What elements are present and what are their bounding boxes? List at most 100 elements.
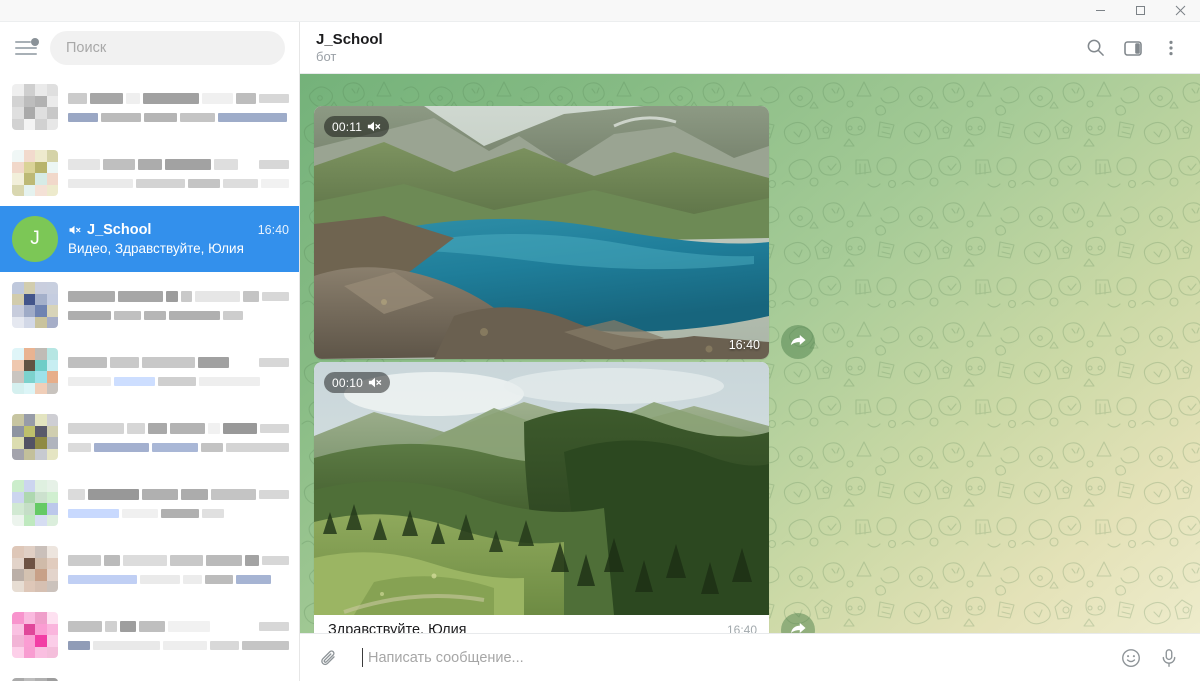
chat-item-preview	[68, 376, 289, 386]
chat-item-title	[68, 158, 289, 170]
forward-arrow-icon	[790, 334, 806, 346]
chat-item-title	[68, 92, 289, 104]
message-item: 00:11 16:40	[314, 106, 815, 359]
chat-item-time: 16:40	[257, 223, 289, 237]
conversation-panel: J_School бот 00:11 16:40 00:10 Здравству…	[300, 22, 1200, 681]
text-caret	[362, 648, 363, 667]
chat-list-item[interactable]	[0, 668, 299, 681]
message-input-placeholder: Написать сообщение...	[368, 649, 524, 666]
chat-list-item[interactable]	[0, 404, 299, 470]
chat-item-preview	[68, 574, 289, 584]
chat-list-item[interactable]	[0, 140, 299, 206]
chat-item-preview: Видео, Здравствуйте, Юлия	[68, 241, 244, 256]
window-close-button[interactable]	[1160, 0, 1200, 21]
avatar	[12, 546, 58, 592]
chat-item-preview	[68, 508, 289, 518]
avatar	[12, 612, 58, 658]
chat-item-title	[68, 422, 290, 434]
more-options-icon[interactable]	[1152, 29, 1190, 67]
sidebar-item-j-school[interactable]: J J_School 16:40 Видео, Здравствуйте, Юлия	[0, 206, 299, 272]
chat-item-content	[68, 422, 290, 452]
main-body: Поиск J J_School 16:40 Видео, Здравствуйте,…	[0, 22, 1200, 681]
message-composer: Написать сообщение...	[300, 633, 1200, 681]
microphone-icon[interactable]	[1152, 641, 1186, 675]
sidebar-toggle-icon[interactable]	[1114, 29, 1152, 67]
chat-item-preview	[68, 640, 289, 650]
page-title: J_School	[316, 30, 383, 48]
avatar	[12, 348, 58, 394]
forward-arrow-icon	[790, 622, 806, 633]
message-input[interactable]: Написать сообщение...	[350, 634, 1110, 681]
conversation-header: J_School бот	[300, 22, 1200, 74]
chat-item-title	[68, 488, 289, 500]
video-duration: 00:10	[332, 375, 364, 390]
chat-item-title	[68, 620, 289, 632]
chat-item-title	[68, 290, 289, 302]
conversation-subtitle: бот	[316, 48, 337, 64]
video-preview-image	[314, 362, 769, 615]
chat-list-item[interactable]	[0, 74, 299, 140]
chat-list-item[interactable]	[0, 272, 299, 338]
sidebar-toolbar: Поиск	[0, 22, 299, 74]
muted-chat-icon	[68, 224, 82, 236]
chat-item-content	[68, 290, 289, 320]
message-bubble[interactable]: 00:10 Здравствуйте, Юлия 16:40	[314, 362, 769, 633]
chat-item-preview	[68, 442, 290, 452]
chat-item-content	[68, 158, 289, 188]
hamburger-menu-icon[interactable]	[12, 34, 40, 62]
chat-item-content: J_School 16:40 Видео, Здравствуйте, Юлия	[68, 222, 289, 256]
smiley-icon[interactable]	[1114, 641, 1148, 675]
avatar	[12, 480, 58, 526]
window-maximize-button[interactable]	[1120, 0, 1160, 21]
chat-list-item[interactable]	[0, 536, 299, 602]
chat-item-title	[68, 554, 289, 566]
chat-item-content	[68, 554, 289, 584]
caption-text: Здравствуйте, Юлия	[328, 622, 467, 633]
window-minimize-button[interactable]	[1080, 0, 1120, 21]
video-duration-badge: 00:10	[324, 372, 391, 393]
chat-item-preview	[68, 112, 289, 122]
message-caption: Здравствуйте, Юлия 16:40	[314, 615, 769, 633]
forward-button[interactable]	[781, 325, 815, 359]
avatar	[12, 84, 58, 130]
chat-item-content	[68, 488, 289, 518]
chat-item-content	[68, 620, 289, 650]
chat-item-content	[68, 356, 289, 386]
video-duration-badge: 00:11	[324, 116, 390, 137]
search-placeholder: Поиск	[66, 40, 107, 56]
chat-item-preview	[68, 310, 289, 320]
avatar: J	[12, 216, 58, 262]
search-input[interactable]: Поиск	[50, 31, 285, 65]
avatar	[12, 282, 58, 328]
chat-list-item[interactable]	[0, 338, 299, 404]
message-item: 00:10 Здравствуйте, Юлия 16:40	[314, 362, 815, 633]
video-thumbnail[interactable]: 00:10	[314, 362, 769, 615]
message-scroll-area[interactable]: 00:11 16:40 00:10 Здравствуйте, Юлия 16:…	[300, 74, 1200, 633]
avatar-initial: J	[30, 228, 40, 249]
message-list: 00:11 16:40 00:10 Здравствуйте, Юлия 16:…	[300, 74, 1200, 633]
forward-button[interactable]	[781, 613, 815, 633]
chat-list[interactable]: J J_School 16:40 Видео, Здравствуйте, Юлия	[0, 74, 299, 681]
window-titlebar	[0, 0, 1200, 22]
paperclip-icon[interactable]	[312, 641, 346, 675]
avatar	[12, 414, 58, 460]
chat-item-preview	[68, 178, 289, 188]
chat-list-item[interactable]	[0, 602, 299, 668]
chat-list-sidebar: Поиск J J_School 16:40 Видео, Здравствуйте,…	[0, 22, 300, 681]
chat-list-item[interactable]	[0, 470, 299, 536]
chat-item-title	[68, 356, 289, 368]
message-bubble[interactable]: 00:11 16:40	[314, 106, 769, 359]
message-timestamp: 16:40	[728, 338, 760, 352]
message-timestamp: 16:40	[726, 623, 757, 633]
telegram-window: Поиск J J_School 16:40 Видео, Здравствуйте,…	[0, 0, 1200, 681]
muted-speaker-icon	[368, 377, 382, 388]
muted-speaker-icon	[368, 121, 381, 132]
chat-item-title: J_School	[87, 222, 152, 238]
search-icon[interactable]	[1076, 29, 1114, 67]
chat-item-content	[68, 92, 289, 122]
conversation-identity[interactable]: J_School бот	[316, 31, 1076, 65]
video-thumbnail[interactable]: 00:11 16:40	[314, 106, 769, 359]
avatar	[12, 150, 58, 196]
video-preview-image	[314, 106, 769, 359]
video-duration: 00:11	[332, 119, 363, 134]
